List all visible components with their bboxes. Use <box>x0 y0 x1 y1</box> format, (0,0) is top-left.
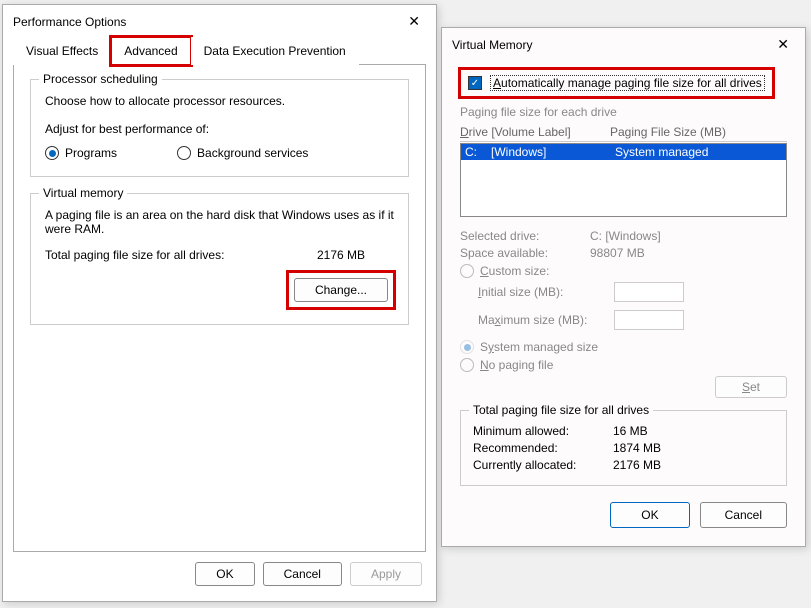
drive-list[interactable]: C: [Windows] System managed <box>460 143 787 217</box>
total-paging-group: Total paging file size for all drives Mi… <box>460 410 787 486</box>
drive-letter: C: <box>465 145 491 159</box>
set-button: Set <box>715 376 787 398</box>
drive-label: [Windows] <box>491 145 615 159</box>
proc-desc: Choose how to allocate processor resourc… <box>45 94 394 108</box>
selected-drive-value: C: [Windows] <box>590 229 661 243</box>
vm-total-value: 2176 MB <box>317 248 365 262</box>
processor-scheduling-group: Processor scheduling Choose how to alloc… <box>30 79 409 177</box>
tab-visual-effects[interactable]: Visual Effects <box>13 37 111 65</box>
auto-manage-row: ✓ Automatically manage paging file size … <box>460 69 773 97</box>
perf-titlebar: Performance Options ✕ <box>3 5 436 36</box>
auto-manage-label: Automatically manage paging file size fo… <box>490 75 765 91</box>
radio-dot-icon <box>460 264 474 278</box>
virtual-memory-dialog: Virtual Memory ✕ ✓ Automatically manage … <box>441 27 806 547</box>
maximum-size-input <box>614 310 684 330</box>
vm-desc: A paging file is an area on the hard dis… <box>45 208 394 236</box>
proc-group-title: Processor scheduling <box>39 72 162 86</box>
vm-ok-button[interactable]: OK <box>610 502 689 528</box>
radio-background-label: Background services <box>197 146 308 160</box>
vm-total-label: Total paging file size for all drives: <box>45 248 224 262</box>
cancel-button[interactable]: Cancel <box>263 562 342 586</box>
selected-drive-label: Selected drive: <box>460 229 590 243</box>
maximum-size-label: Maximum size (MB): <box>478 313 608 327</box>
hdr-drive: Drive [Volume Label] <box>460 125 610 139</box>
perf-panel: Processor scheduling Choose how to alloc… <box>13 64 426 552</box>
radio-custom-size: Custom size: <box>460 264 787 278</box>
initial-size-label: Initial size (MB): <box>478 285 608 299</box>
space-available-value: 98807 MB <box>590 246 645 260</box>
radio-system-managed: System managed size <box>460 340 787 354</box>
vm-cancel-button[interactable]: Cancel <box>700 502 787 528</box>
perf-title: Performance Options <box>13 15 126 29</box>
auto-manage-checkbox[interactable]: ✓ <box>468 76 482 90</box>
radio-programs[interactable]: Programs <box>45 146 117 160</box>
ok-button[interactable]: OK <box>195 562 254 586</box>
close-icon[interactable]: ✕ <box>402 13 426 30</box>
virtual-memory-group: Virtual memory A paging file is an area … <box>30 193 409 325</box>
initial-size-input <box>614 282 684 302</box>
radio-dot-icon <box>460 358 474 372</box>
total-group-title: Total paging file size for all drives <box>469 403 653 417</box>
tab-dep[interactable]: Data Execution Prevention <box>191 37 359 65</box>
tab-advanced[interactable]: Advanced <box>111 37 190 65</box>
vm-titlebar: Virtual Memory ✕ <box>442 28 805 59</box>
apply-button[interactable]: Apply <box>350 562 422 586</box>
vm-title: Virtual Memory <box>452 38 532 52</box>
radio-dot-icon <box>460 340 474 354</box>
paging-each-label: Paging file size for each drive <box>460 105 787 119</box>
drive-row[interactable]: C: [Windows] System managed <box>461 144 786 160</box>
perf-tabs: Visual Effects Advanced Data Execution P… <box>3 36 436 64</box>
proc-adjust: Adjust for best performance of: <box>45 122 394 136</box>
rec-label: Recommended: <box>473 441 613 455</box>
drive-size: System managed <box>615 145 708 159</box>
drive-list-header: Drive [Volume Label] Paging File Size (M… <box>460 125 787 142</box>
cur-label: Currently allocated: <box>473 458 613 472</box>
radio-no-paging: No paging file <box>460 358 787 372</box>
radio-background[interactable]: Background services <box>177 146 308 160</box>
space-available-label: Space available: <box>460 246 590 260</box>
radio-dot-icon <box>177 146 191 160</box>
rec-value: 1874 MB <box>613 441 661 455</box>
hdr-size: Paging File Size (MB) <box>610 125 726 139</box>
close-icon[interactable]: ✕ <box>771 36 795 53</box>
radio-programs-label: Programs <box>65 146 117 160</box>
vm-group-title: Virtual memory <box>39 186 127 200</box>
cur-value: 2176 MB <box>613 458 661 472</box>
radio-dot-icon <box>45 146 59 160</box>
performance-options-dialog: Performance Options ✕ Visual Effects Adv… <box>2 4 437 602</box>
min-label: Minimum allowed: <box>473 424 613 438</box>
min-value: 16 MB <box>613 424 648 438</box>
change-button[interactable]: Change... <box>294 278 388 302</box>
